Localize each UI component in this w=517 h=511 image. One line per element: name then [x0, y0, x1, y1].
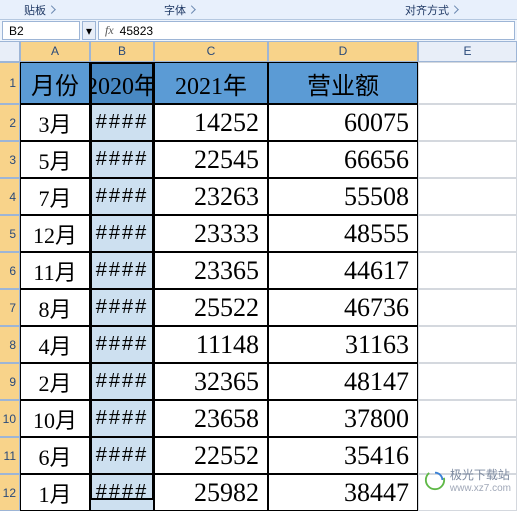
cell-2020[interactable]: ####	[90, 178, 154, 215]
label-text: 对齐方式	[405, 5, 449, 17]
col-head-b[interactable]: B	[90, 42, 154, 62]
formula-bar: B2 ▾ fx 45823	[0, 20, 517, 42]
cell-empty[interactable]	[418, 252, 517, 289]
cell-2020[interactable]: ####	[90, 400, 154, 437]
cell-revenue[interactable]: 38447	[268, 474, 418, 511]
cell-empty[interactable]	[418, 289, 517, 326]
cell-b1[interactable]: 2020年	[90, 62, 154, 104]
cell-month[interactable]: 6月	[20, 437, 90, 474]
cell-empty[interactable]	[418, 400, 517, 437]
formula-input-wrap[interactable]: fx 45823	[98, 21, 515, 40]
row-head[interactable]: 10	[0, 400, 20, 437]
spreadsheet-grid[interactable]: A B C D E 1 月份 2020年 2021年 营业额 23月####14…	[0, 42, 517, 511]
watermark-title: 极光下载站	[450, 466, 511, 483]
cell-revenue[interactable]: 48555	[268, 215, 418, 252]
cell-2020[interactable]: ####	[90, 326, 154, 363]
cell-revenue[interactable]: 55508	[268, 178, 418, 215]
cell-2021[interactable]: 23333	[154, 215, 268, 252]
cell-month[interactable]: 4月	[20, 326, 90, 363]
cell-month[interactable]: 10月	[20, 400, 90, 437]
dialog-launcher-icon[interactable]	[450, 5, 458, 13]
chevron-down-icon: ▾	[86, 24, 92, 38]
cell-e1[interactable]	[418, 62, 517, 104]
cell-revenue[interactable]: 60075	[268, 104, 418, 141]
cell-2021[interactable]: 23263	[154, 178, 268, 215]
cell-month[interactable]: 5月	[20, 141, 90, 178]
row-head[interactable]: 7	[0, 289, 20, 326]
cell-empty[interactable]	[418, 326, 517, 363]
cell-d1[interactable]: 营业额	[268, 62, 418, 104]
cell-revenue[interactable]: 66656	[268, 141, 418, 178]
row-head[interactable]: 6	[0, 252, 20, 289]
watermark: 极光下载站 www.xz7.com	[424, 466, 511, 494]
cell-month[interactable]: 11月	[20, 252, 90, 289]
cell-2021[interactable]: 23365	[154, 252, 268, 289]
label-text: 贴板	[24, 5, 46, 17]
row-head[interactable]: 12	[0, 474, 20, 511]
cell-2021[interactable]: 25522	[154, 289, 268, 326]
col-head-a[interactable]: A	[20, 42, 90, 62]
name-box-dropdown[interactable]: ▾	[82, 21, 96, 40]
row-head[interactable]: 9	[0, 363, 20, 400]
cell-2021[interactable]: 14252	[154, 104, 268, 141]
row-head-1[interactable]: 1	[0, 62, 20, 104]
cell-ref: B2	[9, 24, 24, 38]
cell-revenue[interactable]: 48147	[268, 363, 418, 400]
row-head[interactable]: 8	[0, 326, 20, 363]
cell-2021[interactable]: 23658	[154, 400, 268, 437]
dialog-launcher-icon[interactable]	[47, 5, 55, 13]
col-head-e[interactable]: E	[418, 42, 517, 62]
cell-2021[interactable]: 11148	[154, 326, 268, 363]
label-text: 字体	[164, 5, 186, 17]
cell-month[interactable]: 2月	[20, 363, 90, 400]
cell-2021[interactable]: 25982	[154, 474, 268, 511]
cell-2020[interactable]: ####	[90, 363, 154, 400]
cell-2020[interactable]: ####	[90, 215, 154, 252]
cell-empty[interactable]	[418, 215, 517, 252]
ribbon-clipboard-label: 贴板	[0, 0, 80, 19]
name-box[interactable]: B2	[2, 21, 80, 40]
cell-empty[interactable]	[418, 363, 517, 400]
row-head[interactable]: 4	[0, 178, 20, 215]
cell-empty[interactable]	[418, 141, 517, 178]
cell-month[interactable]: 1月	[20, 474, 90, 511]
row-head[interactable]: 2	[0, 104, 20, 141]
cell-month[interactable]: 8月	[20, 289, 90, 326]
cell-revenue[interactable]: 37800	[268, 400, 418, 437]
ribbon-font-label: 字体	[80, 0, 280, 19]
cell-2020[interactable]: ####	[90, 252, 154, 289]
watermark-url: www.xz7.com	[450, 483, 511, 494]
row-head[interactable]: 11	[0, 437, 20, 474]
cell-2020[interactable]: ####	[90, 104, 154, 141]
ribbon-align-label: 对齐方式	[347, 0, 517, 19]
col-head-d[interactable]: D	[268, 42, 418, 62]
col-head-c[interactable]: C	[154, 42, 268, 62]
cell-2020[interactable]: ####	[90, 141, 154, 178]
fx-icon[interactable]: fx	[105, 23, 114, 38]
cell-empty[interactable]	[418, 104, 517, 141]
ribbon-group-labels: 贴板 字体 对齐方式	[0, 0, 517, 20]
row-head[interactable]: 5	[0, 215, 20, 252]
cell-2021[interactable]: 22545	[154, 141, 268, 178]
cell-2020[interactable]: ####	[90, 474, 154, 511]
cell-revenue[interactable]: 46736	[268, 289, 418, 326]
select-all-corner[interactable]	[0, 42, 20, 62]
cell-revenue[interactable]: 31163	[268, 326, 418, 363]
cell-month[interactable]: 12月	[20, 215, 90, 252]
cell-revenue[interactable]: 35416	[268, 437, 418, 474]
cell-2020[interactable]: ####	[90, 289, 154, 326]
cell-c1[interactable]: 2021年	[154, 62, 268, 104]
cell-month[interactable]: 3月	[20, 104, 90, 141]
row-head[interactable]: 3	[0, 141, 20, 178]
cell-2021[interactable]: 32365	[154, 363, 268, 400]
cell-revenue[interactable]: 44617	[268, 252, 418, 289]
cell-a1[interactable]: 月份	[20, 62, 90, 104]
dialog-launcher-icon[interactable]	[187, 5, 195, 13]
cell-empty[interactable]	[418, 178, 517, 215]
watermark-logo-icon	[424, 469, 446, 491]
cell-2021[interactable]: 22552	[154, 437, 268, 474]
formula-value[interactable]: 45823	[120, 24, 508, 38]
cell-2020[interactable]: ####	[90, 437, 154, 474]
cell-month[interactable]: 7月	[20, 178, 90, 215]
